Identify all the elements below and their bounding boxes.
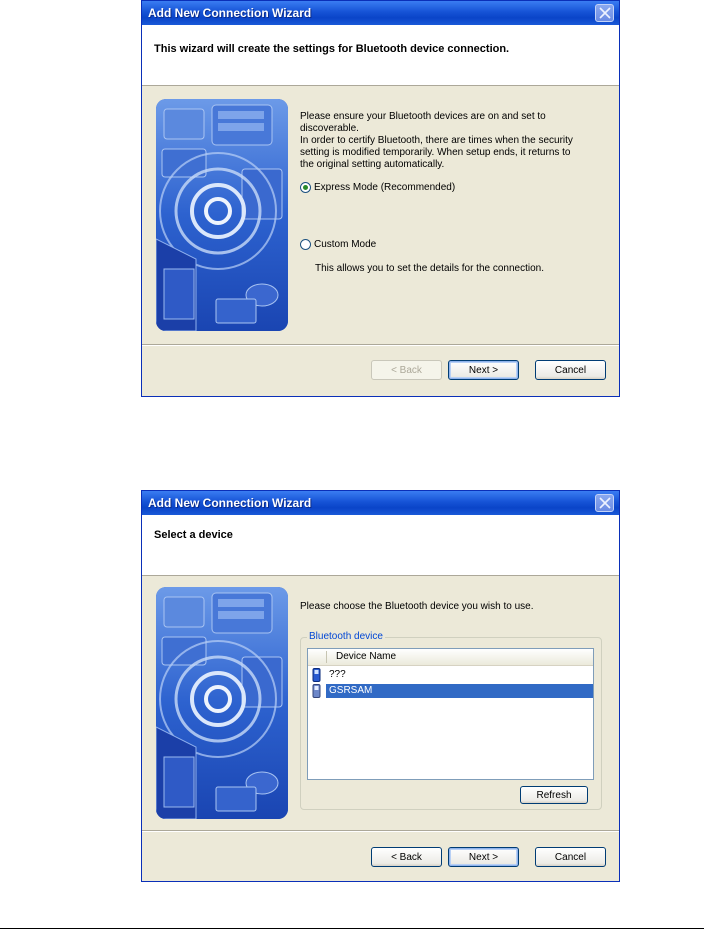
group-label: Bluetooth device (307, 631, 385, 642)
column-divider (326, 651, 327, 663)
close-button[interactable] (595, 4, 614, 22)
bluetooth-device-group: Bluetooth device Device Name ??? GSRSAM (300, 631, 602, 810)
intro-text: Please ensure your Bluetooth devices are… (300, 111, 610, 171)
instruction-text: Please choose the Bluetooth device you w… (300, 601, 534, 612)
intro-line: Please ensure your Bluetooth devices are… (300, 111, 546, 122)
wizard-side-image (156, 99, 288, 331)
express-mode-label: Express Mode (Recommended) (314, 182, 456, 193)
close-icon (599, 7, 611, 19)
wizard-dialog-mode-selection: Add New Connection Wizard This wizard wi… (141, 0, 620, 397)
device-name: GSRSAM (326, 684, 593, 698)
footer-separator (142, 344, 619, 346)
close-icon (599, 497, 611, 509)
express-mode-option[interactable]: Express Mode (Recommended) (300, 182, 455, 193)
page-divider (0, 928, 704, 929)
wizard-side-image (156, 587, 288, 819)
list-item[interactable]: ??? (308, 668, 593, 682)
custom-mode-description: This allows you to set the details for t… (315, 263, 545, 274)
phone-icon (312, 668, 321, 682)
next-button[interactable]: Next > (448, 360, 519, 380)
header-pane: This wizard will create the settings for… (142, 25, 619, 86)
express-mode-radio[interactable] (300, 182, 311, 193)
footer-separator (142, 830, 619, 832)
title-bar: Add New Connection Wizard (142, 1, 619, 25)
custom-mode-label: Custom Mode (314, 239, 377, 250)
window-title: Add New Connection Wizard (148, 496, 312, 510)
cancel-button[interactable]: Cancel (535, 360, 606, 380)
intro-line: setting is modified temporarily. When se… (300, 147, 571, 158)
back-button[interactable]: < Back (371, 360, 442, 380)
header-pane: Select a device (142, 515, 619, 576)
list-header: Device Name (308, 649, 593, 666)
back-button[interactable]: < Back (371, 847, 442, 867)
intro-line: the original setting automatically. (300, 159, 445, 170)
close-button[interactable] (595, 494, 614, 512)
header-title: This wizard will create the settings for… (154, 43, 510, 55)
header-title: Select a device (154, 529, 233, 541)
window-title: Add New Connection Wizard (148, 6, 312, 20)
custom-mode-radio[interactable] (300, 239, 311, 250)
list-item[interactable]: GSRSAM (308, 684, 593, 698)
wizard-dialog-select-device: Add New Connection Wizard Select a devic… (141, 490, 620, 882)
cancel-button[interactable]: Cancel (535, 847, 606, 867)
device-list[interactable]: Device Name ??? GSRSAM (307, 648, 594, 780)
device-name: ??? (329, 669, 346, 680)
intro-line: In order to certify Bluetooth, there are… (300, 135, 573, 146)
next-button[interactable]: Next > (448, 847, 519, 867)
custom-mode-option[interactable]: Custom Mode (300, 239, 376, 250)
intro-line: discoverable. (300, 123, 359, 134)
title-bar: Add New Connection Wizard (142, 491, 619, 515)
column-header-device-name[interactable]: Device Name (336, 651, 396, 662)
refresh-button[interactable]: Refresh (520, 786, 588, 804)
phone-icon (312, 684, 321, 698)
